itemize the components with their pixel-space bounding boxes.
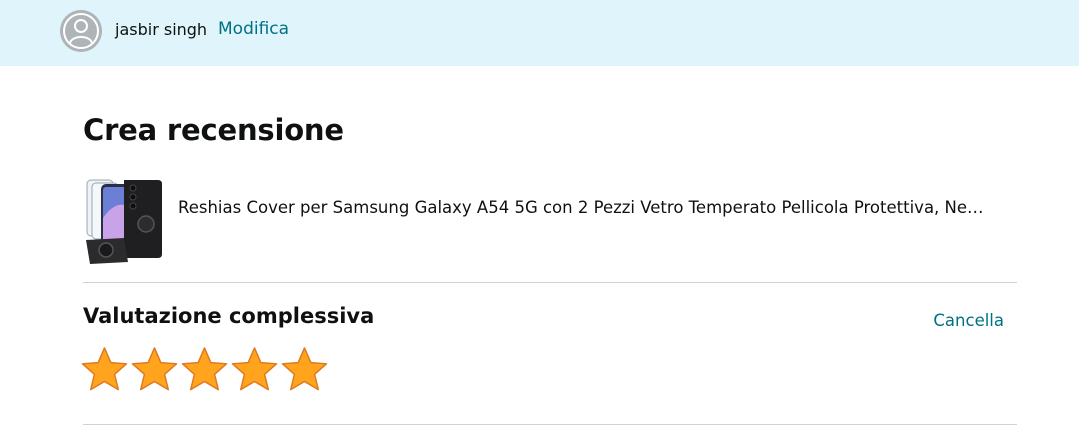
user-name: jasbir singh [115, 20, 208, 39]
star-5-icon[interactable] [281, 346, 328, 393]
divider [83, 282, 1017, 283]
page-title: Crea recensione [83, 113, 344, 147]
clear-rating-link[interactable]: Cancella [933, 311, 1004, 330]
star-rating [81, 346, 328, 396]
user-avatar-icon [60, 10, 102, 52]
star-3-icon[interactable] [181, 346, 228, 393]
star-4-icon[interactable] [231, 346, 278, 393]
edit-profile-link[interactable]: Modifica [218, 19, 289, 39]
top-bar: jasbir singh Modifica [0, 0, 1079, 66]
divider [83, 424, 1017, 425]
rating-heading: Valutazione complessiva [83, 304, 375, 328]
star-1-icon[interactable] [81, 346, 128, 393]
star-2-icon[interactable] [131, 346, 178, 393]
product-name: Reshias Cover per Samsung Galaxy A54 5G … [178, 198, 984, 217]
product-image [84, 178, 164, 264]
